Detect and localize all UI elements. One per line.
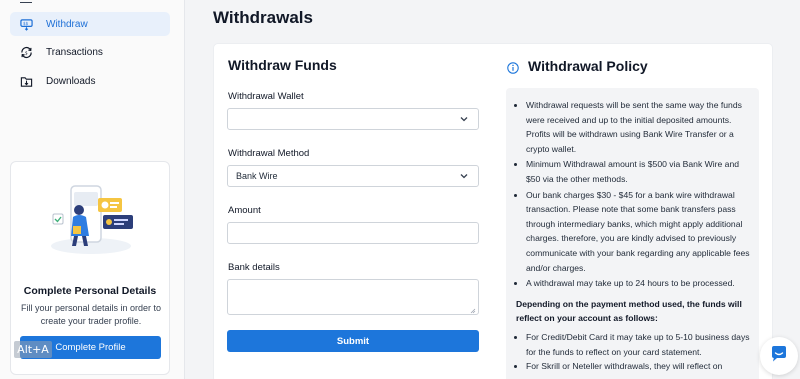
withdrawal-method-label: Withdrawal Method xyxy=(228,148,310,159)
resize-handle-icon[interactable] xyxy=(470,306,476,314)
withdraw-funds-title: Withdraw Funds xyxy=(228,57,337,73)
transactions-icon: $ xyxy=(19,45,33,59)
sidebar-item-transactions[interactable]: $ Transactions xyxy=(10,40,170,64)
chevron-down-icon xyxy=(459,171,469,181)
sidebar-item-downloads[interactable]: Downloads xyxy=(10,69,170,93)
info-icon xyxy=(507,61,519,74)
profile-card-title: Complete Personal Details xyxy=(23,285,157,297)
downloads-icon xyxy=(19,74,33,88)
bank-details-textarea[interactable] xyxy=(227,279,479,315)
profile-illustration xyxy=(49,180,135,266)
policy-list: Withdrawal requests will be sent the sam… xyxy=(506,88,759,291)
policy-item: For Credit/Debit Card it may take up to … xyxy=(526,330,750,359)
chevron-down-icon xyxy=(459,114,469,124)
withdrawal-method-select[interactable]: Bank Wire xyxy=(227,165,479,187)
withdrawal-method-value: Bank Wire xyxy=(236,171,278,181)
policy-item: For Skrill or Neteller withdrawals, they… xyxy=(526,359,750,374)
svg-text:$: $ xyxy=(24,50,27,56)
withdraw-icon: $$ xyxy=(19,17,33,31)
profile-card-text: Fill your personal details in order to c… xyxy=(20,303,162,326)
policy-subheading: Depending on the payment method used, th… xyxy=(516,298,742,324)
sidebar-item-label: Transactions xyxy=(46,46,103,58)
withdrawal-policy-box: Withdrawal requests will be sent the sam… xyxy=(506,88,759,379)
chat-button[interactable] xyxy=(760,337,798,375)
page-title: Withdrawals xyxy=(213,8,313,27)
sidebar: $$ Withdraw $ Transactions Downloads Com… xyxy=(0,0,185,379)
policy-list-timing: For Credit/Debit Card it may take up to … xyxy=(506,330,759,374)
shortcut-badge: Alt+A xyxy=(14,341,52,358)
menu-icon[interactable] xyxy=(20,0,32,3)
submit-button[interactable]: Submit xyxy=(227,330,479,352)
policy-item: Our bank charges $30 - $45 for a bank wi… xyxy=(526,188,750,276)
withdrawal-policy-title: Withdrawal Policy xyxy=(528,58,648,74)
sidebar-item-withdraw[interactable]: $$ Withdraw xyxy=(10,12,170,36)
svg-text:$$: $$ xyxy=(22,21,28,26)
sidebar-item-label: Downloads xyxy=(46,75,96,87)
withdrawal-wallet-label: Withdrawal Wallet xyxy=(228,91,304,102)
policy-item: Withdrawal requests will be sent the sam… xyxy=(526,98,750,156)
amount-input[interactable] xyxy=(227,222,479,244)
amount-label: Amount xyxy=(228,205,261,216)
chat-icon xyxy=(769,344,789,369)
policy-item: A withdrawal may take up to 24 hours to … xyxy=(526,276,750,291)
sidebar-item-label: Withdraw xyxy=(46,18,88,30)
policy-item: Minimum Withdrawal amount is $500 via Ba… xyxy=(526,157,750,186)
withdrawal-wallet-select[interactable] xyxy=(227,108,479,130)
bank-details-label: Bank details xyxy=(228,262,280,273)
